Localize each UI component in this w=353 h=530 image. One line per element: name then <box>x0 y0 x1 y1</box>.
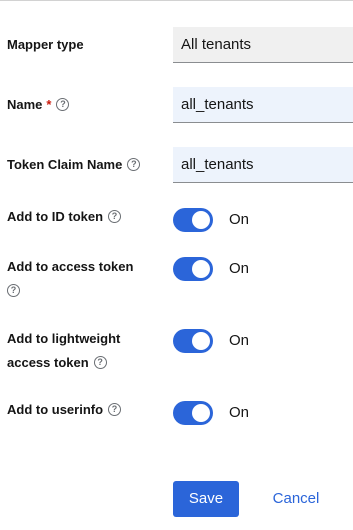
add-to-access-token-switch[interactable] <box>173 257 213 281</box>
token-claim-name-label: Token Claim Name? <box>7 153 141 177</box>
help-icon[interactable]: ? <box>127 158 141 172</box>
add-to-access-token-state: On <box>229 260 250 277</box>
add-to-lightweight-label-line1: Add to lightweight <box>7 331 121 346</box>
token-claim-name-input-value: all_tenants <box>181 156 254 173</box>
help-icon[interactable]: ? <box>93 356 107 370</box>
add-to-lightweight-label-line2: access token <box>7 355 89 370</box>
add-to-userinfo-label-text: Add to userinfo <box>7 402 104 417</box>
required-marker: * <box>46 97 52 112</box>
add-to-lightweight-access-token-switch[interactable] <box>173 329 213 353</box>
add-to-id-token-state: On <box>229 211 250 228</box>
add-to-id-token-label-text: Add to ID token <box>7 209 104 224</box>
switch-knob <box>192 211 210 229</box>
switch-knob <box>192 404 210 422</box>
save-button[interactable]: Save <box>173 481 239 517</box>
cancel-button[interactable]: Cancel <box>263 481 329 517</box>
add-to-access-token-label-text: Add to access token <box>7 259 134 274</box>
add-to-id-token-label: Add to ID token? <box>7 205 122 229</box>
mapper-type-value: All tenants <box>181 36 252 53</box>
switch-knob <box>192 332 210 350</box>
name-input[interactable]: all_tenants <box>173 87 353 123</box>
add-to-userinfo-state: On <box>229 404 250 421</box>
token-claim-name-input[interactable]: all_tenants <box>173 147 353 183</box>
mapper-type-label: Mapper type <box>7 33 84 57</box>
name-input-value: all_tenants <box>181 96 254 113</box>
mapper-type-field: All tenants <box>173 27 353 63</box>
add-to-lightweight-access-token-label: Add to lightweight access token? <box>7 327 120 375</box>
add-to-id-token-switch[interactable] <box>173 208 213 232</box>
help-icon[interactable]: ? <box>56 98 70 112</box>
switch-knob <box>192 260 210 278</box>
help-icon[interactable]: ? <box>7 284 20 298</box>
name-label: Name *? <box>7 93 70 117</box>
add-to-access-token-label: Add to access token ? <box>7 255 133 303</box>
top-divider <box>0 0 353 1</box>
mapper-type-label-text: Mapper type <box>7 37 84 52</box>
help-icon[interactable]: ? <box>108 403 122 417</box>
token-claim-name-label-text: Token Claim Name <box>7 157 123 172</box>
add-to-lightweight-access-token-state: On <box>229 332 250 349</box>
name-label-text: Name <box>7 97 43 112</box>
add-to-userinfo-label: Add to userinfo? <box>7 398 122 422</box>
add-to-userinfo-switch[interactable] <box>173 401 213 425</box>
help-icon[interactable]: ? <box>108 210 122 224</box>
